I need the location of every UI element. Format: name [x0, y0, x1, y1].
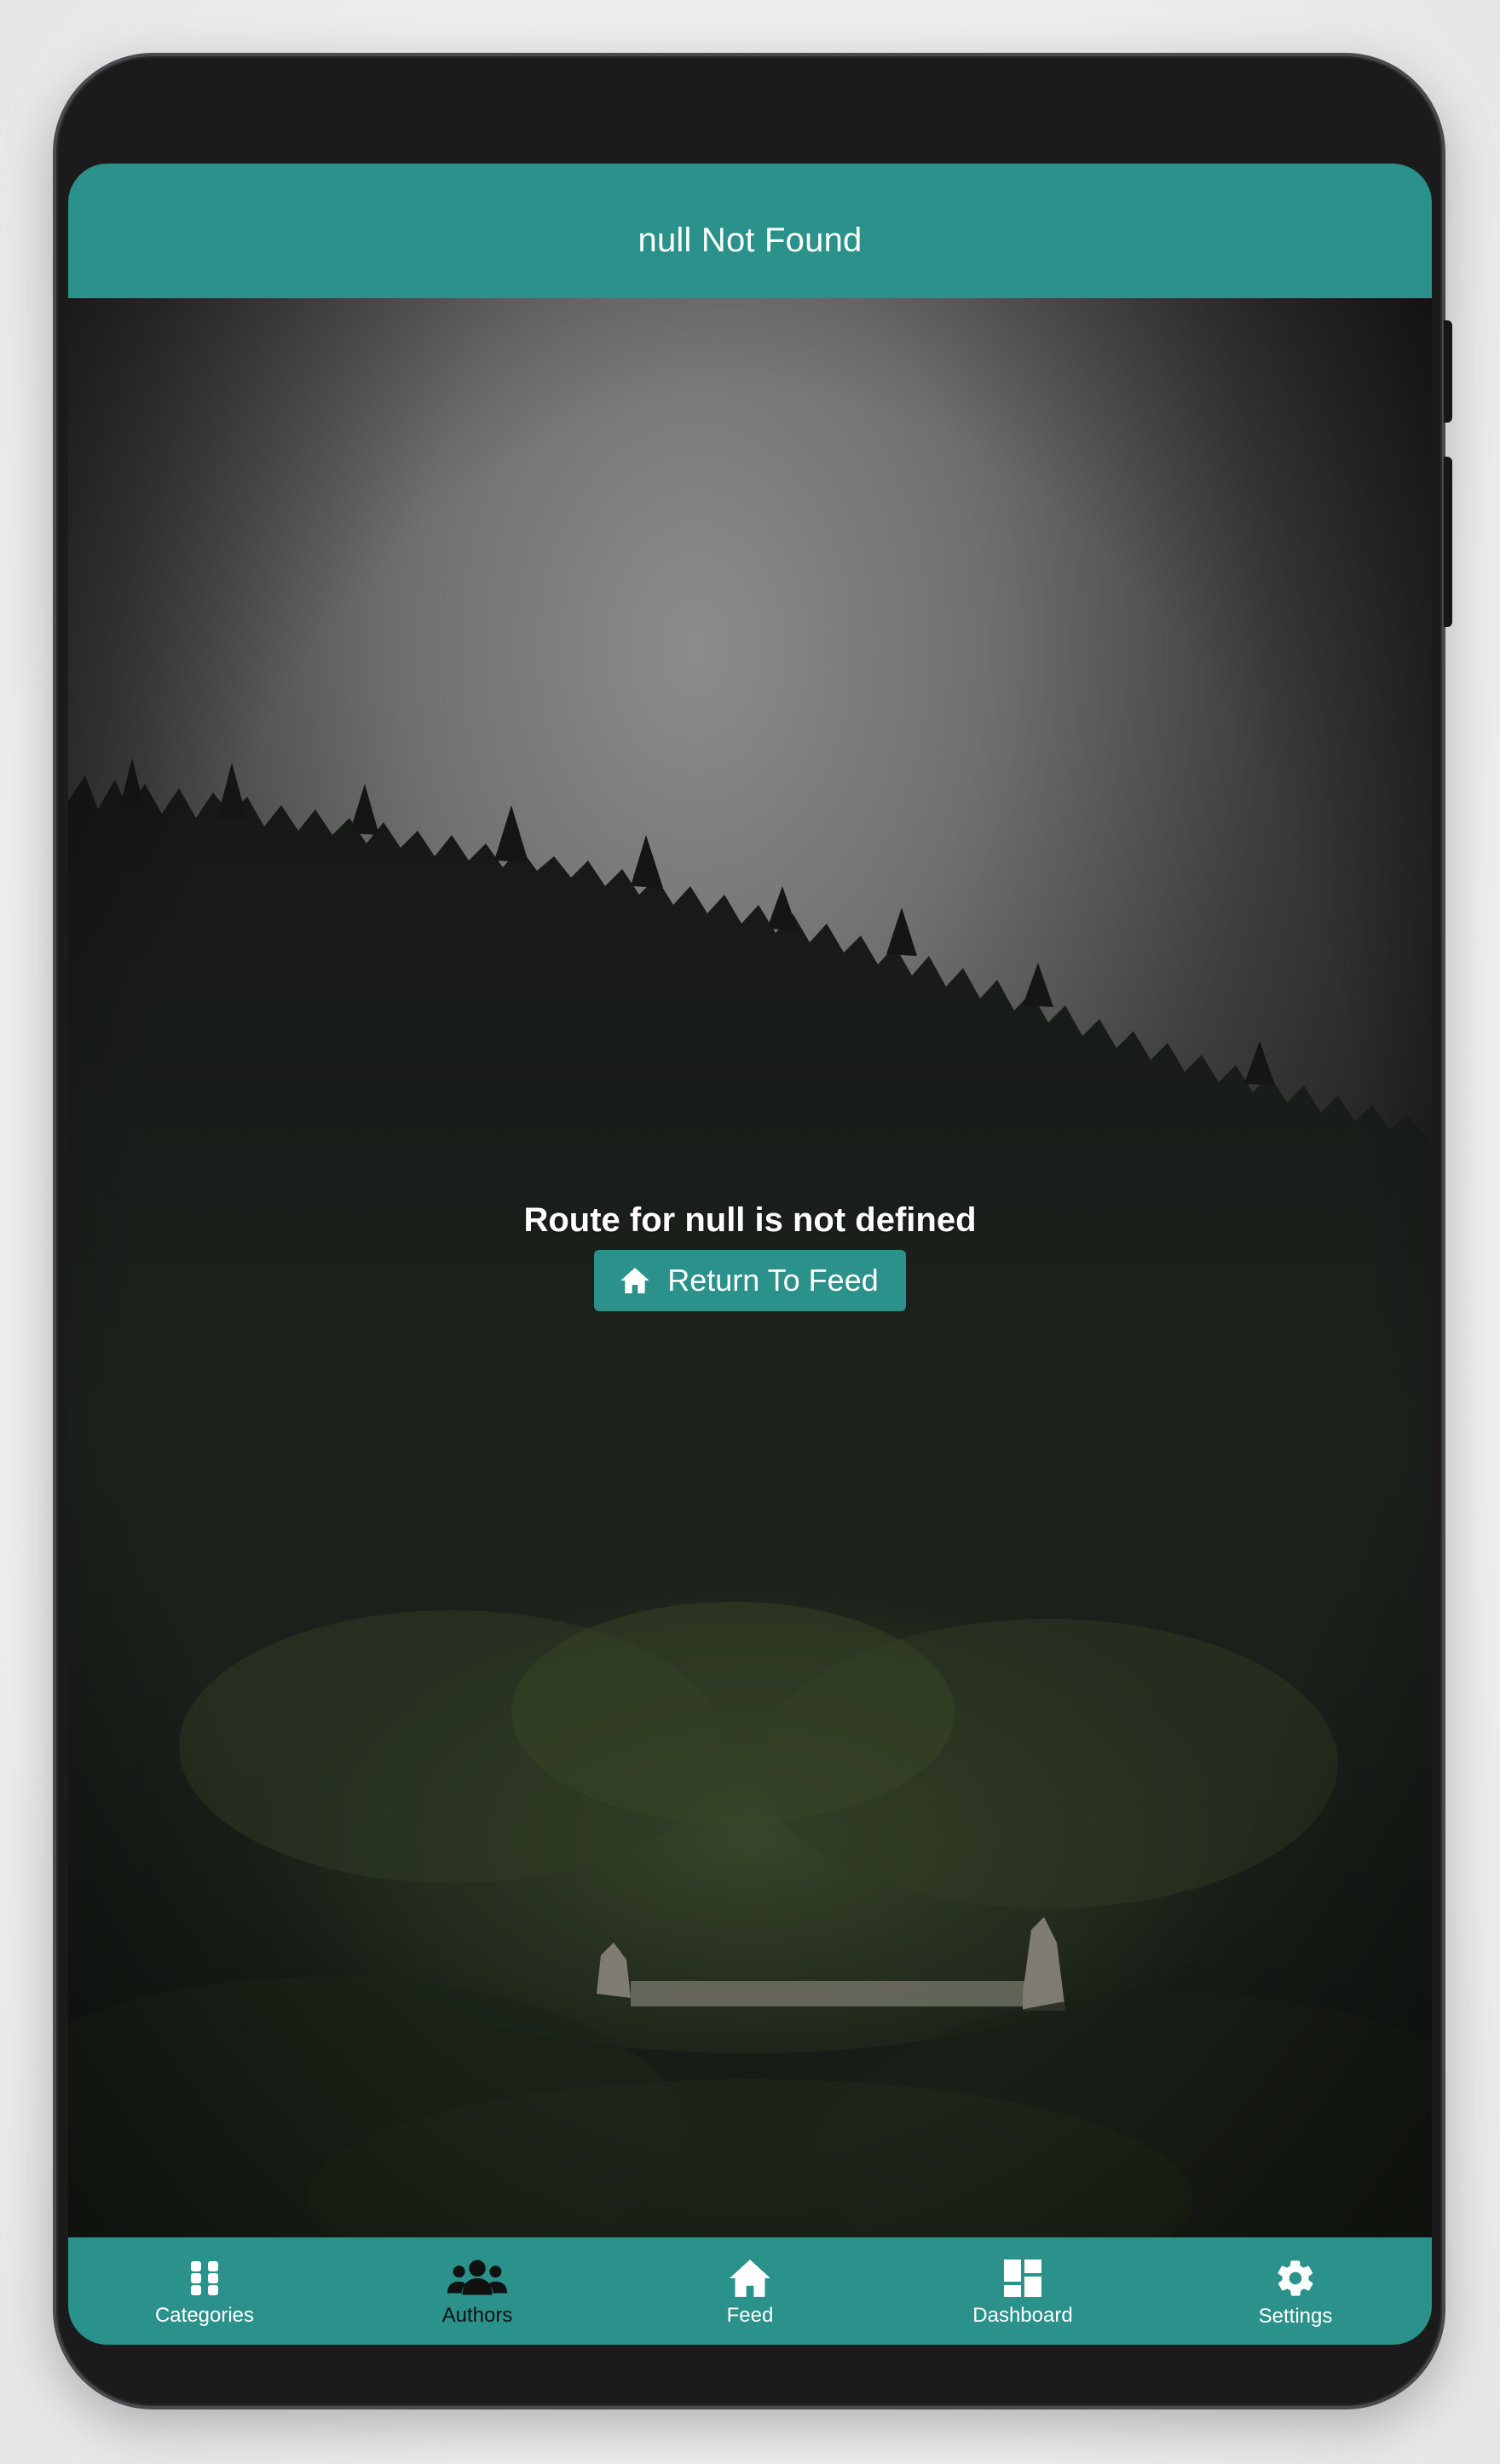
nav-label-categories: Categories [154, 2304, 255, 2327]
home-icon [618, 1264, 652, 1298]
grid-icon [188, 2258, 222, 2299]
dashboard-icon [1002, 2258, 1043, 2299]
volume-button [1444, 320, 1452, 423]
error-message: Route for null is not defined [523, 1201, 977, 1239]
page-background: null Not Found Route for null is not def… [0, 0, 1500, 2464]
page-title: null Not Found [638, 221, 862, 259]
nav-item-settings[interactable]: Settings [1159, 2237, 1432, 2345]
nav-item-categories[interactable]: Categories [68, 2237, 341, 2345]
nav-label-dashboard: Dashboard [972, 2304, 1073, 2327]
gear-icon [1274, 2257, 1317, 2300]
power-button [1444, 457, 1452, 627]
nav-item-feed[interactable]: Feed [614, 2237, 886, 2345]
nav-label-settings: Settings [1258, 2305, 1333, 2328]
return-to-feed-button[interactable]: Return To Feed [594, 1250, 906, 1311]
return-to-feed-label: Return To Feed [667, 1263, 879, 1298]
home-icon [727, 2258, 773, 2299]
bottom-navigation: Categories Authors Feed Dashboard Settin… [68, 2237, 1432, 2345]
nav-label-authors: Authors [441, 2304, 513, 2327]
nav-item-authors[interactable]: Authors [341, 2237, 614, 2345]
nav-item-dashboard[interactable]: Dashboard [886, 2237, 1159, 2345]
app-bar: null Not Found [68, 164, 1432, 298]
users-icon [447, 2258, 507, 2299]
not-found-view: Route for null is not defined Return To … [68, 298, 1432, 2237]
nav-label-feed: Feed [726, 2304, 774, 2327]
error-message-container: Route for null is not defined Return To … [68, 1201, 1432, 1311]
device-screen: null Not Found Route for null is not def… [68, 164, 1432, 2345]
